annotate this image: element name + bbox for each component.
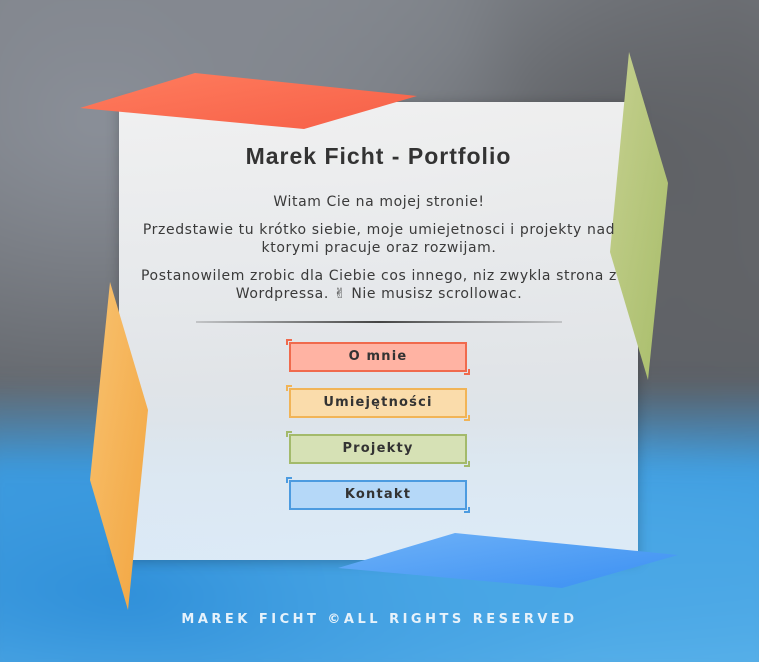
about-text: Przedstawie tu krótko siebie, moje umiej…: [142, 222, 616, 256]
contact-button[interactable]: Kontakt: [286, 477, 470, 513]
note-text: Postanowilem zrobic dla Ciebie cos inneg…: [141, 268, 617, 302]
skills-button[interactable]: Umiejętności: [286, 385, 470, 421]
decorative-shapes: [80, 52, 678, 610]
projects-button[interactable]: Projekty: [286, 431, 470, 467]
orange-shape: [90, 282, 148, 610]
footer-copyright: MAREK FICHT ©ALL RIGHTS RESERVED: [181, 612, 578, 627]
red-shape: [80, 73, 417, 129]
greeting-text: Witam Cie na mojej stronie!: [273, 194, 485, 210]
page-title: Marek Ficht - Portfolio: [245, 143, 512, 169]
divider: [196, 321, 562, 323]
blue-shape: [338, 533, 678, 588]
about-me-button[interactable]: O mnie: [286, 339, 470, 375]
green-shape: [610, 52, 668, 380]
